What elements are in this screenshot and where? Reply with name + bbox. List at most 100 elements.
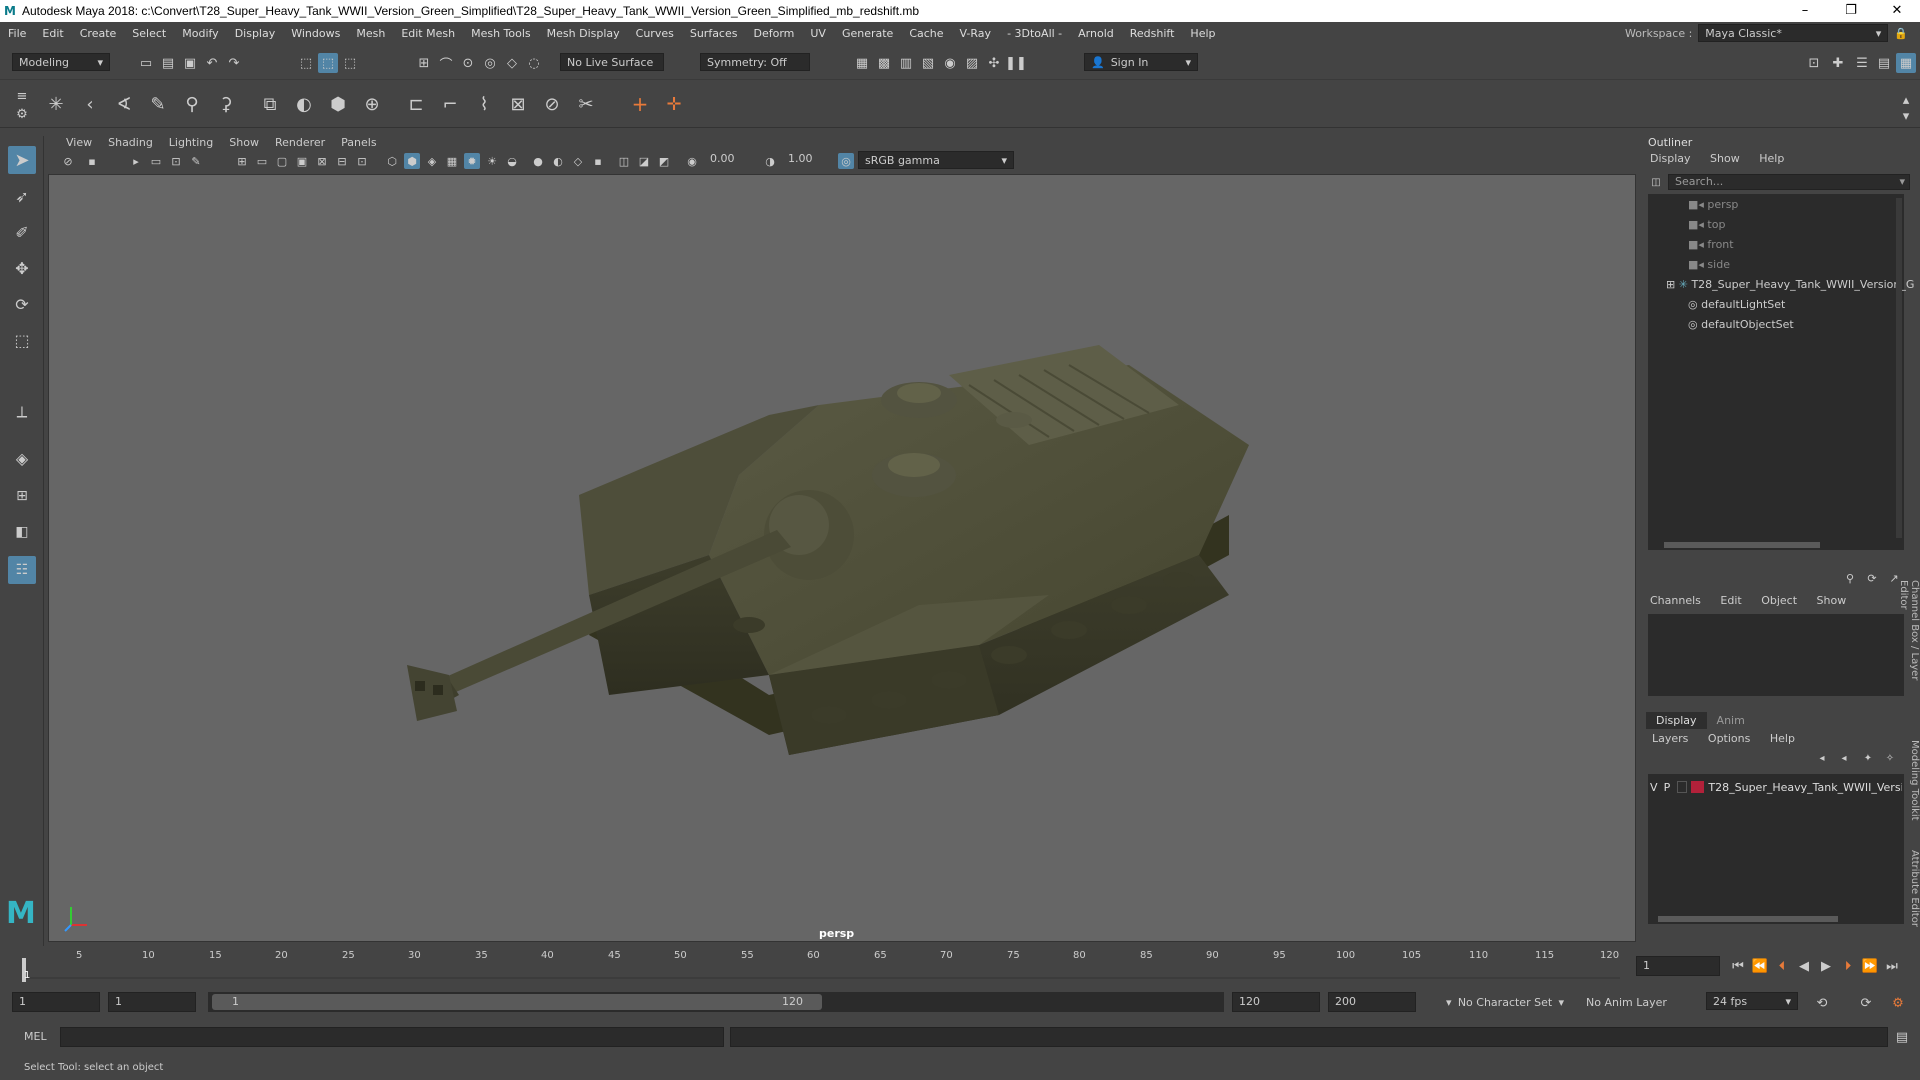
snap-vertex-icon[interactable]: ◌ (524, 53, 544, 73)
outliner-horizontal-scrollbar[interactable] (1664, 542, 1820, 548)
menu-mesh[interactable]: Mesh (348, 27, 393, 40)
outliner-search-input[interactable]: Search... ▾ (1668, 174, 1910, 190)
new-layer-icon[interactable]: ✦ (1860, 750, 1876, 766)
isolate-select-icon[interactable]: ▪ (590, 153, 606, 169)
move-layer-down-icon[interactable]: ◂ (1836, 750, 1852, 766)
anti-aliasing-icon[interactable]: ◐ (550, 153, 566, 169)
viewport-3d[interactable]: persp (48, 174, 1636, 942)
anim-layer-dropdown[interactable]: No Anim Layer (1580, 993, 1692, 1011)
side-tab-modeling-toolkit[interactable]: Modeling Toolkit (1906, 740, 1920, 830)
ep-curve-icon[interactable]: ‹ (80, 94, 100, 115)
shelf-menu-icon[interactable]: ≡ (12, 86, 32, 106)
snap-grid-icon[interactable]: ⊞ (414, 53, 434, 73)
outliner-item-default-light-set[interactable]: ◎ defaultLightSet (1688, 296, 1785, 314)
maximize-button[interactable]: ❐ (1828, 0, 1874, 22)
gate-mask-icon[interactable]: ▣ (294, 153, 310, 169)
field-chart-icon[interactable]: ⊠ (314, 153, 330, 169)
attribute-editor-icon[interactable]: ☰ (1852, 53, 1872, 73)
outliner-item-default-object-set[interactable]: ◎ defaultObjectSet (1688, 316, 1794, 334)
animation-end-field[interactable]: 200 (1328, 992, 1416, 1012)
command-input[interactable] (60, 1027, 724, 1047)
backface-culling-icon[interactable]: ◩ (656, 153, 672, 169)
side-tab-channel-box[interactable]: Channel Box / Layer Editor (1898, 580, 1920, 710)
outliner-item-tank[interactable]: ⊞ ✳ T28_Super_Heavy_Tank_WWII_Version_G (1666, 276, 1914, 294)
resolution-gate-icon[interactable]: ▢ (274, 153, 290, 169)
shadows-icon[interactable]: ☀ (484, 153, 500, 169)
outliner-item-top[interactable]: ■◂ top (1688, 216, 1725, 234)
pivot-tool-icon[interactable]: ✛ (664, 94, 684, 115)
character-controls-icon[interactable]: ✚ (1828, 53, 1848, 73)
two-d-pan-zoom-icon[interactable]: ⊡ (168, 153, 184, 169)
rotate-tool-icon[interactable]: ⟳ (8, 290, 36, 318)
viewport-menu-renderer[interactable]: Renderer (267, 136, 333, 149)
hypershade-icon[interactable]: ◉ (940, 53, 960, 73)
outliner-menu-show[interactable]: Show (1710, 152, 1740, 165)
step-forward-key-icon[interactable]: ⏩ (1860, 956, 1880, 976)
bridge-icon[interactable]: ⌇ (474, 94, 494, 115)
bevel-icon[interactable]: ⌐ (440, 94, 460, 115)
menu-redshift[interactable]: Redshift (1122, 27, 1183, 40)
minimize-button[interactable]: – (1782, 0, 1828, 22)
layer-name[interactable]: T28_Super_Heavy_Tank_WWII_Versic (1708, 781, 1902, 794)
auto-key-icon[interactable]: ⟳ (1856, 993, 1876, 1013)
menu-help[interactable]: Help (1182, 27, 1223, 40)
snap-surface-icon[interactable]: ◇ (502, 53, 522, 73)
grease-pencil-icon[interactable]: ✎ (188, 153, 204, 169)
menu-edit[interactable]: Edit (34, 27, 71, 40)
playback-end-field[interactable]: 120 (1232, 992, 1320, 1012)
play-forward-icon[interactable]: ▶ (1816, 956, 1836, 976)
safe-title-icon[interactable]: ⊡ (354, 153, 370, 169)
range-slider-handle[interactable] (212, 994, 822, 1010)
live-surface-field[interactable]: No Live Surface (560, 53, 664, 71)
play-backward-icon[interactable]: ◀ (1794, 956, 1814, 976)
move-layer-up-icon[interactable]: ◂ (1814, 750, 1830, 766)
layer-row[interactable]: V P T28_Super_Heavy_Tank_WWII_Versic (1650, 778, 1902, 796)
snap-view-icon[interactable]: ◎ (480, 53, 500, 73)
gamma-field[interactable]: 1.00 (782, 151, 832, 169)
channel-menu-edit[interactable]: Edit (1720, 594, 1741, 607)
new-scene-icon[interactable]: ▭ (136, 53, 156, 73)
menu-vray[interactable]: V-Ray (952, 27, 1000, 40)
ambient-occlusion-icon[interactable]: ◒ (504, 153, 520, 169)
tank-model-render[interactable] (49, 175, 1637, 943)
two-pane-layout-icon[interactable]: ◧ (8, 518, 36, 546)
viewport-menu-show[interactable]: Show (221, 136, 267, 149)
plus-tool-icon[interactable]: + (630, 92, 650, 116)
channel-menu-channels[interactable]: Channels (1650, 594, 1701, 607)
select-hierarchy-icon[interactable]: ⬚ (296, 53, 316, 73)
menu-deform[interactable]: Deform (745, 27, 802, 40)
tab-anim[interactable]: Anim (1707, 712, 1755, 729)
menu-cache[interactable]: Cache (901, 27, 951, 40)
menu-display[interactable]: Display (227, 27, 284, 40)
safe-action-icon[interactable]: ⊟ (334, 153, 350, 169)
nurbs-curve-icon[interactable]: ✳ (46, 94, 66, 115)
outliner-filter-icon[interactable]: ◫ (1648, 174, 1664, 190)
step-back-key-icon[interactable]: ⏪ (1750, 956, 1770, 976)
fps-dropdown[interactable]: 24 fps ▾ (1706, 992, 1798, 1010)
bookmark-icon[interactable]: ▸ (128, 153, 144, 169)
xray-icon[interactable]: ◫ (616, 153, 632, 169)
tab-display[interactable]: Display (1646, 712, 1707, 729)
pause-render-icon[interactable]: ❚❚ (1005, 53, 1027, 73)
camera-select-icon[interactable]: ⊘ (60, 153, 76, 169)
scale-tool-icon[interactable]: ⬚ (8, 326, 36, 354)
poly-cylinder-icon[interactable]: ⬢ (328, 94, 348, 115)
render-view-icon[interactable]: ▦ (852, 53, 872, 73)
character-set-dropdown[interactable]: ▾ No Character Set ▾ (1440, 993, 1570, 1011)
viewport-menu-lighting[interactable]: Lighting (161, 136, 221, 149)
gamma-icon[interactable]: ◑ (762, 153, 778, 169)
step-forward-frame-icon[interactable]: ⏵ (1838, 956, 1858, 976)
viewport-menu-panels[interactable]: Panels (333, 136, 384, 149)
poly-cube-icon[interactable]: ⧉ (260, 94, 280, 115)
menu-mesh-tools[interactable]: Mesh Tools (463, 27, 539, 40)
render-current-icon[interactable]: ▩ (874, 53, 894, 73)
loop-icon[interactable]: ⟲ (1812, 993, 1832, 1013)
timeline-track[interactable]: 5 10 15 20 25 30 35 40 45 50 55 60 65 70… (22, 950, 1620, 982)
move-tool-icon[interactable]: ✥ (8, 254, 36, 282)
menu-arnold[interactable]: Arnold (1070, 27, 1122, 40)
go-to-end-icon[interactable]: ⏭ (1882, 956, 1902, 976)
outliner-menu-help[interactable]: Help (1759, 152, 1784, 165)
channel-box-icon[interactable]: ▦ (1896, 53, 1916, 73)
bezier-curve-icon[interactable]: ✎ (148, 94, 168, 115)
side-tab-attribute-editor[interactable]: Attribute Editor (1906, 850, 1920, 940)
